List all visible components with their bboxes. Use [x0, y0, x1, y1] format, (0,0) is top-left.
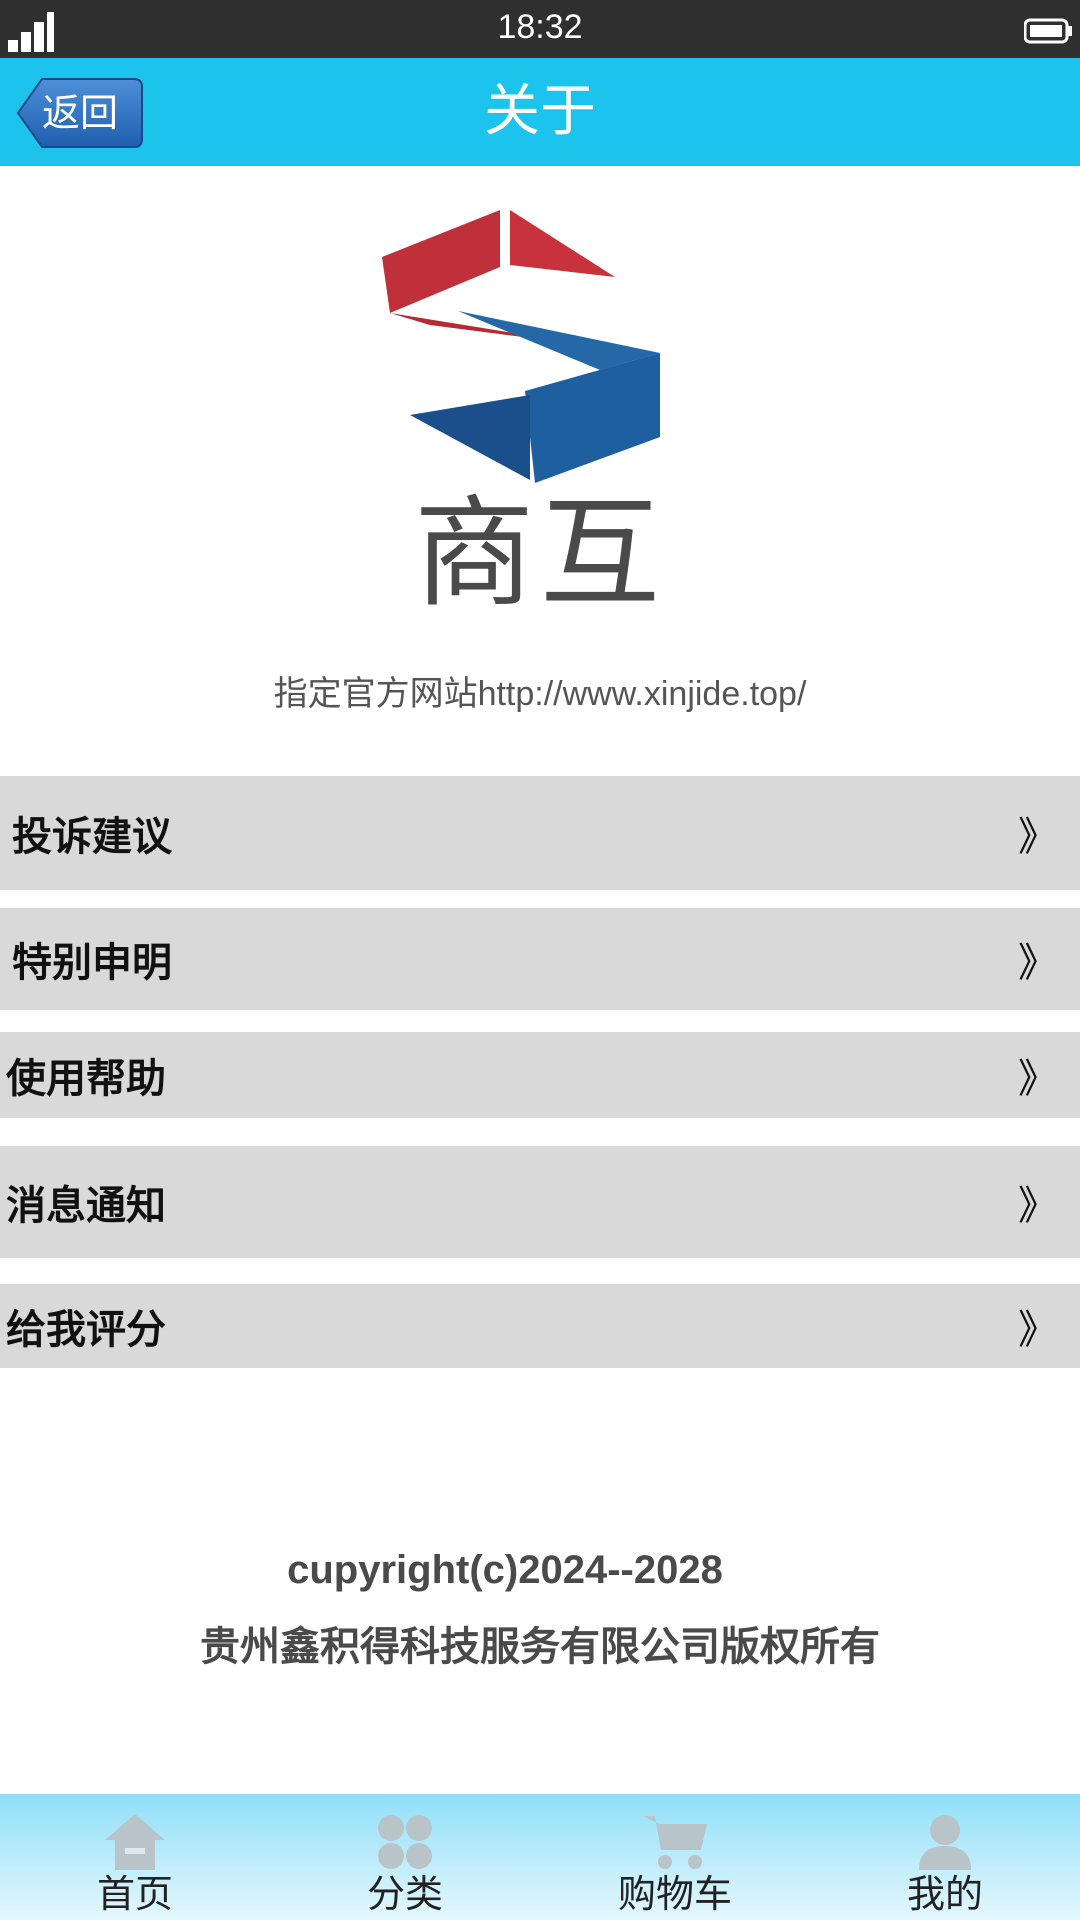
tab-home[interactable]: 首页	[0, 1794, 270, 1920]
status-bar: 18:32	[0, 0, 1080, 58]
menu-item-statement[interactable]: 特别申明 》	[0, 908, 1080, 1010]
tab-label: 我的	[906, 1872, 983, 1916]
chevron-right-icon: 》	[1018, 940, 1058, 986]
menu-item-rate[interactable]: 给我评分 》	[0, 1284, 1080, 1368]
tab-label: 购物车	[617, 1872, 732, 1916]
copyright-years: cupyright(c)2024--2028	[287, 1548, 723, 1592]
menu-item-notifications[interactable]: 消息通知 》	[0, 1146, 1080, 1258]
cart-icon	[643, 1816, 707, 1869]
tab-bar: 首页 分类 购物车 我的	[0, 1794, 1080, 1920]
copyright-company: 贵州鑫积得科技服务有限公司版权所有	[200, 1624, 880, 1670]
nav-bar: 返回 关于	[0, 58, 1080, 166]
page-title: 关于	[484, 79, 596, 144]
chevron-right-icon: 》	[1018, 1307, 1058, 1353]
tab-cart[interactable]: 购物车	[540, 1794, 810, 1920]
tab-label: 首页	[96, 1872, 173, 1916]
chevron-right-icon: 》	[1018, 1183, 1058, 1229]
tab-mine[interactable]: 我的	[810, 1794, 1080, 1920]
menu-item-label: 给我评分	[6, 1307, 166, 1353]
official-website: 指定官方网站http://www.xinjide.top/	[273, 675, 807, 713]
menu-item-help[interactable]: 使用帮助 》	[0, 1032, 1080, 1118]
category-icon	[378, 1815, 432, 1869]
user-icon	[919, 1815, 971, 1870]
brand-logo	[382, 210, 660, 483]
status-time: 18:32	[497, 8, 583, 46]
chevron-right-icon: 》	[1018, 814, 1058, 860]
tab-label: 分类	[366, 1872, 443, 1916]
menu-item-complaint[interactable]: 投诉建议 》	[0, 776, 1080, 890]
menu-item-label: 消息通知	[6, 1183, 166, 1229]
battery-icon	[1024, 18, 1072, 44]
menu-item-label: 使用帮助	[6, 1056, 166, 1102]
menu-item-label: 特别申明	[12, 940, 172, 986]
home-icon	[105, 1814, 165, 1870]
brand-logo-text: 商互	[414, 485, 666, 624]
tab-category[interactable]: 分类	[270, 1794, 540, 1920]
menu-item-label: 投诉建议	[12, 814, 172, 860]
chevron-right-icon: 》	[1018, 1056, 1058, 1102]
